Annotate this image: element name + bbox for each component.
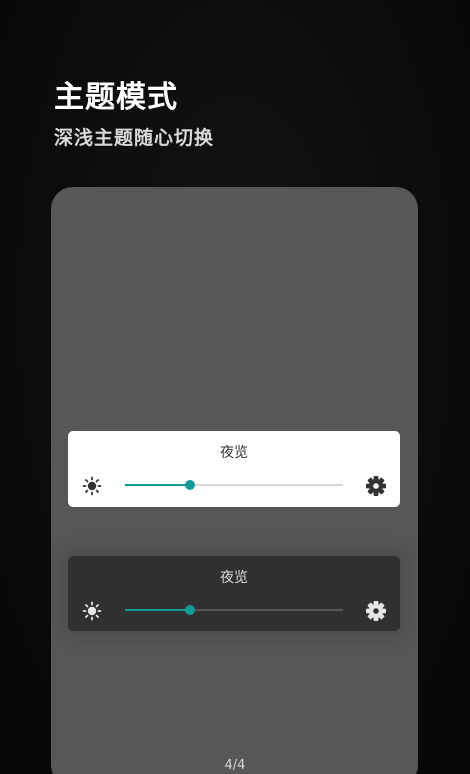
brightness-slider[interactable] xyxy=(125,605,343,615)
gear-icon[interactable] xyxy=(365,475,387,497)
gear-icon[interactable] xyxy=(365,600,387,622)
brightness-slider[interactable] xyxy=(125,480,343,490)
dark-theme-card[interactable]: 夜览 xyxy=(68,556,400,631)
sun-icon xyxy=(82,476,102,496)
page-subtitle: 深浅主题随心切换 xyxy=(54,127,215,149)
sun-icon xyxy=(82,601,102,621)
card-title: 夜览 xyxy=(220,570,248,586)
slider-thumb[interactable] xyxy=(185,605,196,615)
light-theme-card[interactable]: 夜览 xyxy=(68,431,400,507)
onboarding-screen: 主题模式 深浅主题随心切换 夜览 夜览 4/4 xyxy=(0,0,470,774)
card-title: 夜览 xyxy=(220,445,248,461)
slider-fill xyxy=(125,484,191,486)
slider-thumb[interactable] xyxy=(185,480,196,490)
page-title: 主题模式 xyxy=(54,80,178,115)
slider-fill xyxy=(125,609,191,611)
page-indicator: 4/4 xyxy=(224,758,246,773)
